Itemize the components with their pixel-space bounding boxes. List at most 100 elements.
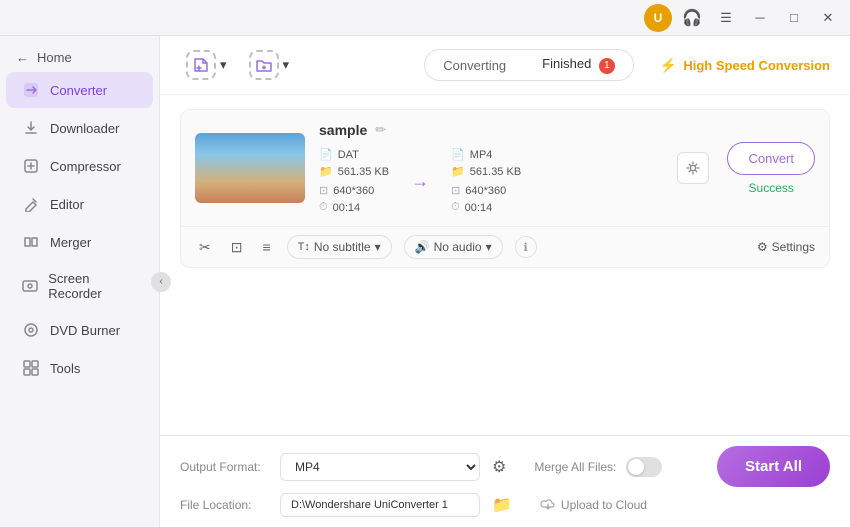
settings-button[interactable]: ⚙ Settings <box>757 240 815 254</box>
maximize-button[interactable]: □ <box>780 4 808 32</box>
target-size: 561.35 KB <box>470 166 521 178</box>
subtitle-icon: T↕ <box>298 241 310 253</box>
converter-label: Converter <box>50 83 107 98</box>
settings-icon-button[interactable] <box>677 152 709 184</box>
add-folder-icon <box>249 50 279 80</box>
tab-converting[interactable]: Converting <box>425 50 524 80</box>
add-file-icon <box>186 50 216 80</box>
file-card-footer: ✂ ⊡ ≡ T↕ No subtitle ▾ 🔊 No audio ▾ ℹ <box>181 226 829 267</box>
editor-label: Editor <box>50 197 84 212</box>
compressor-label: Compressor <box>50 159 121 174</box>
sidebar-item-tools[interactable]: Tools <box>6 350 153 386</box>
source-format: DAT <box>338 149 359 161</box>
close-button[interactable]: ✕ <box>814 4 842 32</box>
right-actions: Convert Success <box>677 142 815 195</box>
upload-to-cloud-button[interactable]: Upload to Cloud <box>540 497 647 513</box>
minimize-button[interactable]: ─ <box>746 4 774 32</box>
sidebar-item-screen-recorder[interactable]: Screen Recorder <box>6 262 153 310</box>
merger-label: Merger <box>50 235 91 250</box>
convert-actions: Convert Success <box>727 142 815 195</box>
file-info: sample ✏ 📄 DAT 📁 <box>319 122 663 214</box>
high-speed-conversion-button[interactable]: ⚡ High Speed Conversion <box>660 57 830 74</box>
sidebar-item-editor[interactable]: Editor <box>6 186 153 222</box>
file-location-label: File Location: <box>180 498 270 512</box>
sidebar-home[interactable]: ← Home <box>0 44 159 71</box>
file-thumbnail <box>195 133 305 203</box>
dvd-burner-label: DVD Burner <box>50 323 120 338</box>
sidebar-item-converter[interactable]: Converter <box>6 72 153 108</box>
sidebar-item-compressor[interactable]: Compressor <box>6 148 153 184</box>
speed-label: High Speed Conversion <box>683 58 830 73</box>
screen-recorder-icon <box>22 277 38 295</box>
dvd-burner-icon <box>22 321 40 339</box>
tab-group: Converting Finished 1 <box>424 49 634 81</box>
bottom-bar: Output Format: MP4 ⚙ Merge All Files: St… <box>160 435 850 527</box>
user-avatar: U <box>644 4 672 32</box>
title-bar: U 🎧 ☰ ─ □ ✕ <box>0 0 850 36</box>
audio-label: No audio <box>434 240 482 254</box>
merge-toggle[interactable] <box>626 457 662 477</box>
editor-icon <box>22 195 40 213</box>
add-files-label: ▾ <box>220 57 227 73</box>
target-duration-icon: ⏱ <box>451 201 460 214</box>
settings-format-button[interactable]: ⚙ <box>490 455 508 479</box>
subtitle-select[interactable]: T↕ No subtitle ▾ <box>287 235 392 259</box>
file-card: sample ✏ 📄 DAT 📁 <box>180 109 830 268</box>
bolt-icon: ⚡ <box>660 57 677 74</box>
output-format-row: Output Format: MP4 ⚙ Merge All Files: St… <box>180 446 830 487</box>
source-resolution: 640*360 <box>333 185 374 197</box>
output-format-select[interactable]: MP4 <box>280 453 480 481</box>
success-status: Success <box>749 181 794 195</box>
convert-button[interactable]: Convert <box>727 142 815 175</box>
file-card-main: sample ✏ 📄 DAT 📁 <box>181 110 829 226</box>
file-area: sample ✏ 📄 DAT 📁 <box>160 95 850 435</box>
crop-button[interactable]: ⊡ <box>227 237 247 258</box>
browse-folder-button[interactable]: 📁 <box>490 493 514 517</box>
sidebar-item-merger[interactable]: Merger <box>6 224 153 260</box>
edit-icon[interactable]: ✏ <box>375 122 386 138</box>
add-folder-button[interactable]: ▾ <box>243 46 296 84</box>
resolution-icon: ⊡ <box>319 184 328 197</box>
tab-finished[interactable]: Finished 1 <box>524 50 633 80</box>
screen-recorder-label: Screen Recorder <box>48 271 137 301</box>
sidebar-item-downloader[interactable]: Downloader <box>6 110 153 146</box>
upload-cloud-label: Upload to Cloud <box>561 498 647 512</box>
tools-icon <box>22 359 40 377</box>
cloud-icon <box>540 497 556 513</box>
settings-label: Settings <box>772 240 815 254</box>
format-icon: 📄 <box>319 148 333 161</box>
file-name-row: sample ✏ <box>319 122 663 138</box>
target-format: MP4 <box>470 149 493 161</box>
start-all-button[interactable]: Start All <box>717 446 830 487</box>
tools-label: Tools <box>50 361 80 376</box>
file-location-input[interactable] <box>280 493 480 517</box>
target-format-icon: 📄 <box>451 148 465 161</box>
target-meta: 📄 MP4 📁 561.35 KB ⊡ 640*360 <box>451 148 521 214</box>
sidebar: ← Home Converter Downloader <box>0 36 160 527</box>
target-duration: 00:14 <box>465 202 493 214</box>
downloader-label: Downloader <box>50 121 119 136</box>
settings-gear-icon: ⚙ <box>757 240 768 254</box>
add-files-button[interactable]: ▾ <box>180 46 233 84</box>
converter-icon <box>22 81 40 99</box>
sidebar-collapse-button[interactable]: ‹ <box>151 272 171 292</box>
add-folder-label: ▾ <box>283 57 290 73</box>
info-button[interactable]: ℹ <box>515 236 537 258</box>
target-folder-icon: 📁 <box>451 165 465 178</box>
duration-icon: ⏱ <box>319 201 328 214</box>
list-button[interactable]: ≡ <box>258 237 274 257</box>
thumbnail-image <box>195 133 305 203</box>
back-icon: ← <box>16 50 29 65</box>
toggle-knob <box>628 459 644 475</box>
compressor-icon <box>22 157 40 175</box>
audio-icon: 🔊 <box>415 240 430 254</box>
sidebar-item-dvd-burner[interactable]: DVD Burner <box>6 312 153 348</box>
source-duration: 00:14 <box>333 202 361 214</box>
audio-chevron: ▾ <box>486 240 492 254</box>
scissors-button[interactable]: ✂ <box>195 237 215 258</box>
home-label: Home <box>37 50 72 65</box>
merger-icon <box>22 233 40 251</box>
menu-button[interactable]: ☰ <box>712 4 740 32</box>
audio-select[interactable]: 🔊 No audio ▾ <box>404 235 503 259</box>
finished-badge: 1 <box>599 58 615 74</box>
